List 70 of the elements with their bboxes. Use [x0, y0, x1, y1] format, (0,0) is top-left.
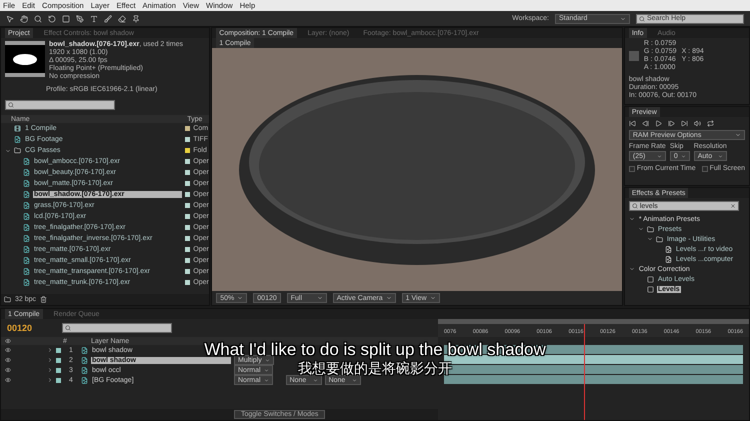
hand-tool-icon[interactable] — [20, 14, 28, 22]
caret-icon — [237, 295, 244, 301]
brush-tool-icon[interactable] — [104, 14, 112, 22]
search-icon — [8, 102, 14, 108]
previous-frame-icon[interactable] — [642, 120, 649, 126]
caret-icon — [430, 295, 436, 301]
composition-icon[interactable] — [14, 125, 21, 132]
project-search-field[interactable] — [5, 100, 115, 110]
text-tool-icon[interactable] — [90, 14, 98, 22]
footage-icon[interactable] — [23, 268, 30, 275]
footage-icon[interactable] — [23, 202, 30, 209]
footage-icon[interactable] — [23, 158, 30, 165]
search-icon — [65, 325, 72, 331]
color-sample — [628, 51, 639, 61]
folder-icon[interactable] — [656, 236, 663, 242]
visibility-icon[interactable] — [5, 377, 11, 383]
pointer-tool-icon[interactable] — [6, 14, 14, 22]
caret-icon — [312, 378, 318, 382]
caret-icon — [386, 295, 392, 301]
next-frame-icon[interactable] — [668, 120, 675, 126]
folder-icon[interactable] — [4, 296, 11, 303]
footage-icon[interactable] — [23, 224, 30, 231]
clear-icon[interactable] — [730, 203, 736, 209]
search-icon — [639, 16, 645, 22]
visibility-icon[interactable] — [5, 357, 11, 363]
pen-tool-icon[interactable] — [76, 14, 84, 22]
last-frame-icon[interactable] — [680, 120, 688, 126]
folder-icon[interactable] — [14, 147, 21, 154]
trash-icon[interactable] — [40, 296, 48, 303]
caret-icon — [735, 132, 741, 138]
footage-icon[interactable] — [81, 376, 88, 384]
preset-icon[interactable] — [664, 246, 672, 252]
visibility-icon[interactable] — [5, 347, 11, 353]
layer-search-field[interactable] — [62, 323, 172, 333]
footage-icon[interactable] — [23, 257, 30, 264]
caret-icon — [718, 154, 723, 158]
checkbox[interactable] — [702, 166, 708, 172]
zoom-tool-icon[interactable] — [34, 14, 42, 22]
checkbox[interactable] — [628, 166, 635, 172]
play-icon[interactable] — [654, 120, 662, 126]
footage-icon[interactable] — [23, 213, 30, 220]
audio-icon[interactable] — [694, 120, 701, 126]
loop-icon[interactable] — [706, 120, 714, 126]
rectangle-tool-icon[interactable] — [62, 14, 70, 22]
caret-icon — [352, 378, 357, 382]
footage-icon[interactable] — [23, 191, 30, 198]
rotate-tool-icon[interactable] — [48, 14, 56, 22]
caret-icon — [656, 154, 662, 158]
caret-icon — [620, 16, 626, 22]
pin-tool-icon[interactable] — [132, 14, 140, 22]
first-frame-icon[interactable] — [628, 120, 636, 126]
search-icon — [632, 203, 638, 209]
visibility-icon[interactable] — [5, 367, 11, 373]
footage-icon[interactable] — [23, 279, 30, 286]
preset-icon[interactable] — [664, 256, 672, 262]
footage-thumbnail — [5, 41, 45, 77]
footage-icon[interactable] — [81, 346, 88, 354]
eraser-tool-icon[interactable] — [118, 14, 126, 22]
caret-icon — [680, 154, 686, 158]
visibility-icon[interactable] — [5, 338, 11, 344]
caret-icon — [316, 295, 323, 301]
current-timecode: 00120 — [7, 323, 32, 333]
footage-icon[interactable] — [23, 246, 30, 253]
folder-icon[interactable] — [646, 226, 654, 232]
footage-icon[interactable] — [23, 235, 30, 242]
footage-icon[interactable] — [81, 356, 88, 364]
footage-icon[interactable] — [23, 180, 30, 187]
footage-icon[interactable] — [81, 366, 88, 374]
footage-icon[interactable] — [23, 169, 30, 176]
footage-icon[interactable] — [14, 136, 21, 143]
